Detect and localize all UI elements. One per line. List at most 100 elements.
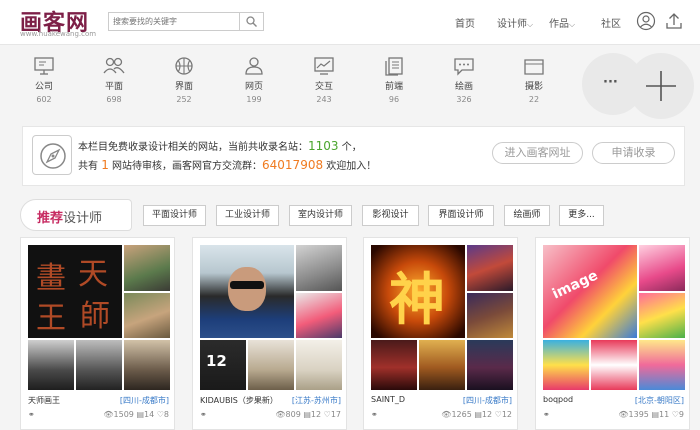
work-thumbnail[interactable] bbox=[28, 340, 74, 390]
search-button[interactable] bbox=[239, 13, 263, 30]
designer-card[interactable]: 神 SAINT_D [四川-成都市] ⚭ 👁1265 ▤12 ♡12 bbox=[363, 237, 518, 430]
designer-location[interactable]: [四川-成都市] bbox=[463, 395, 512, 406]
work-thumbnail[interactable]: 12 bbox=[200, 340, 246, 390]
site-directory-notice: 本栏目免费收录设计相关的网站，当前共收录名站：1103 个， 共有 1 网站待审… bbox=[22, 126, 685, 186]
tag-more[interactable]: 更多... bbox=[559, 205, 604, 226]
calligraphy-char: 天 bbox=[78, 257, 108, 292]
work-thumbnail[interactable] bbox=[124, 245, 170, 291]
view-count: 809 bbox=[285, 410, 301, 419]
category-label: 前端 bbox=[384, 82, 403, 92]
link-icon[interactable]: ⚭ bbox=[28, 410, 35, 419]
designer-location[interactable]: [江苏-苏州市] bbox=[292, 395, 341, 406]
category-graphic[interactable]: 平面 698 bbox=[94, 56, 134, 104]
notice-line-1: 本栏目免费收录设计相关的网站，当前共收录名站：1103 个， bbox=[78, 138, 362, 153]
works-count: 12 bbox=[310, 410, 322, 419]
work-thumbnail[interactable] bbox=[467, 245, 513, 291]
work-thumbnail[interactable] bbox=[200, 245, 294, 338]
work-thumbnail[interactable]: image bbox=[543, 245, 637, 338]
nav-community[interactable]: 社区 bbox=[601, 15, 621, 30]
calligraphy-char: 神 bbox=[389, 267, 445, 333]
category-interaction[interactable]: 交互 243 bbox=[304, 56, 344, 104]
heart-icon: ♡ bbox=[156, 410, 164, 419]
user-icon bbox=[245, 57, 263, 75]
work-thumbnail[interactable] bbox=[124, 293, 170, 338]
nav-home[interactable]: 首页 bbox=[455, 15, 475, 30]
work-thumbnail[interactable] bbox=[76, 340, 122, 390]
top-header: 画客网 www.huakewang.com 首页 设计师⌵ 作品⌵ 社区 bbox=[0, 0, 700, 45]
work-thumbnail[interactable] bbox=[248, 340, 294, 390]
nav-designers-label: 设计师 bbox=[497, 19, 527, 30]
work-thumbnail[interactable] bbox=[296, 293, 342, 338]
link-icon[interactable]: ⚭ bbox=[371, 410, 378, 419]
chart-monitor-icon bbox=[314, 57, 334, 75]
designer-location[interactable]: [北京-朝阳区] bbox=[635, 395, 684, 406]
designer-name[interactable]: SAINT_D bbox=[371, 395, 405, 404]
people-icon bbox=[103, 57, 125, 74]
tag-interior-designer[interactable]: 室内设计师 bbox=[289, 205, 352, 226]
link-icon[interactable]: ⚭ bbox=[543, 410, 550, 419]
heading-strong: 推荐 bbox=[37, 211, 64, 226]
recommended-designers-heading: 推荐设计师 bbox=[20, 199, 132, 231]
category-photography[interactable]: 摄影 22 bbox=[514, 56, 554, 104]
category-count: 96 bbox=[388, 95, 400, 104]
category-frontend[interactable]: 前端 96 bbox=[374, 56, 414, 104]
view-count: 1509 bbox=[113, 410, 134, 419]
work-thumbnail[interactable] bbox=[543, 340, 589, 390]
basketball-icon bbox=[175, 57, 193, 75]
enter-directory-button[interactable]: 进入画客网址 bbox=[492, 142, 583, 164]
link-icon[interactable]: ⚭ bbox=[200, 410, 207, 419]
notice-text: 网站待审核，画客网官方交流群： bbox=[108, 161, 263, 172]
portrait-face bbox=[228, 267, 266, 311]
designer-card[interactable]: 12 KIDAUBIS（步果新） [江苏-苏州市] ⚭ 👁809 ▤12 ♡17 bbox=[192, 237, 347, 430]
site-logo[interactable]: 画客网 www.huakewang.com bbox=[20, 5, 100, 41]
work-thumbnail[interactable] bbox=[296, 245, 342, 291]
work-thumbnail[interactable] bbox=[639, 293, 685, 338]
work-thumbnail[interactable] bbox=[124, 340, 170, 390]
work-thumbnail[interactable] bbox=[371, 340, 417, 390]
work-thumbnail[interactable] bbox=[296, 340, 342, 390]
category-count: 199 bbox=[246, 95, 262, 104]
calligraphy-char: 師 bbox=[80, 299, 110, 334]
work-thumbnail[interactable] bbox=[419, 340, 465, 390]
work-thumbnail[interactable] bbox=[467, 340, 513, 390]
upload-icon[interactable] bbox=[664, 11, 684, 31]
tag-ui-designer[interactable]: 界面设计师 bbox=[428, 205, 494, 226]
work-thumbnail[interactable]: 神 bbox=[371, 245, 465, 338]
work-thumbnail[interactable] bbox=[467, 293, 513, 338]
document-stack-icon bbox=[385, 57, 403, 76]
apply-listing-button[interactable]: 申请收录 bbox=[592, 142, 675, 164]
work-thumbnail[interactable] bbox=[639, 340, 685, 390]
tag-graphic-designer[interactable]: 平面设计师 bbox=[143, 205, 206, 226]
qq-group-number: 64017908 bbox=[262, 158, 324, 172]
category-interface[interactable]: 界面 252 bbox=[164, 56, 204, 104]
designer-location[interactable]: [四川-成都市] bbox=[120, 395, 169, 406]
nav-designers[interactable]: 设计师⌵ bbox=[497, 15, 533, 30]
works-count: 12 bbox=[481, 410, 493, 419]
category-count: 243 bbox=[316, 95, 332, 104]
category-web[interactable]: 网页 199 bbox=[234, 56, 274, 104]
work-thumbnail[interactable]: 畫 天 王 師 bbox=[28, 245, 122, 338]
category-company[interactable]: 公司 602 bbox=[24, 56, 64, 104]
eye-icon: 👁 bbox=[618, 410, 629, 419]
designer-card[interactable]: 畫 天 王 師 天师画王 [四川-成都市] ⚭ 👁1509 ▤14 ♡8 bbox=[20, 237, 175, 430]
work-thumbnail[interactable] bbox=[639, 245, 685, 291]
tag-industrial-designer[interactable]: 工业设计师 bbox=[216, 205, 279, 226]
designer-name[interactable]: KIDAUBIS（步果新） bbox=[200, 395, 278, 406]
card-stats: 👁1395 ▤11 ♡9 bbox=[618, 410, 684, 419]
work-thumbnail[interactable] bbox=[591, 340, 637, 390]
designer-name[interactable]: 天师画王 bbox=[28, 395, 60, 406]
category-label: 摄影 bbox=[524, 82, 543, 92]
category-count: 252 bbox=[176, 95, 192, 104]
category-painting[interactable]: 绘画 326 bbox=[444, 56, 484, 104]
image-label: image bbox=[549, 267, 601, 303]
add-category-button[interactable] bbox=[628, 53, 694, 119]
tag-film-design[interactable]: 影视设计 bbox=[362, 205, 419, 226]
tag-painter[interactable]: 绘画师 bbox=[504, 205, 550, 226]
designer-card[interactable]: image boqpod [北京-朝阳区] ⚭ 👁1395 ▤11 ♡9 bbox=[535, 237, 690, 430]
user-profile-icon[interactable] bbox=[636, 11, 656, 31]
designer-name[interactable]: boqpod bbox=[543, 395, 573, 404]
search-input[interactable] bbox=[109, 13, 239, 30]
nav-works[interactable]: 作品⌵ bbox=[549, 15, 575, 30]
page: 画客网 www.huakewang.com 首页 设计师⌵ 作品⌵ 社区 公司 … bbox=[0, 0, 700, 430]
calligraphy-char: 王 bbox=[36, 301, 66, 336]
